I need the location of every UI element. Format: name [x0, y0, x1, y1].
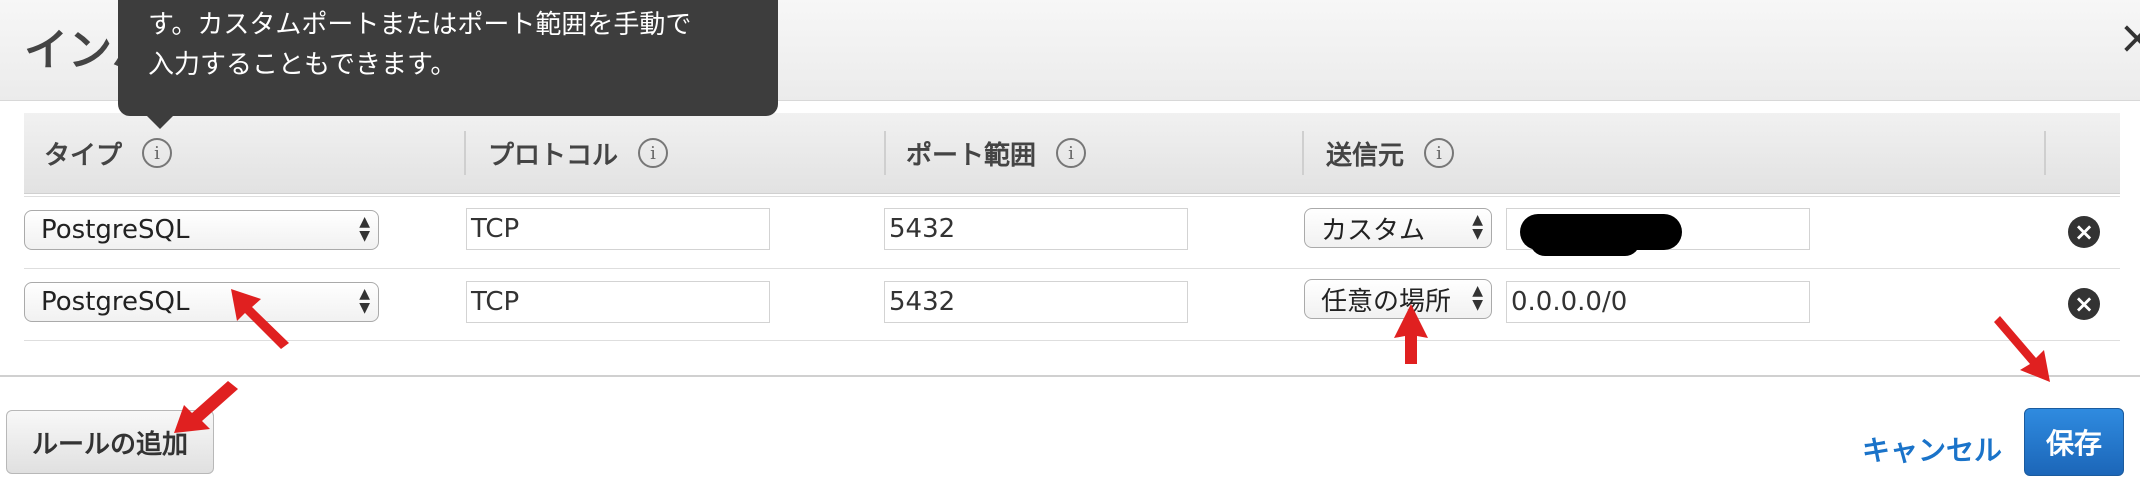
- column-divider: [1302, 131, 1304, 175]
- close-circle-icon[interactable]: ×: [2068, 216, 2100, 248]
- row-divider: [24, 268, 2120, 269]
- column-divider: [2044, 131, 2046, 175]
- column-header-label: プロトコル: [488, 140, 619, 171]
- row-divider: [24, 340, 2120, 341]
- info-icon[interactable]: i: [638, 138, 669, 168]
- column-header-source: 送信元 i: [1326, 113, 1455, 193]
- protocol-field[interactable]: TCP: [466, 208, 770, 250]
- port-range-field[interactable]: 5432: [884, 208, 1188, 250]
- type-select[interactable]: PostgreSQL ▲ ▼: [24, 210, 379, 250]
- annotation-arrow-icon: [174, 381, 238, 433]
- annotation-arrow-icon: [1994, 316, 2050, 382]
- close-circle-icon[interactable]: ×: [2068, 288, 2100, 320]
- type-select-value: PostgreSQL: [41, 287, 190, 317]
- column-header-label: 送信元: [1326, 140, 1405, 171]
- source-field[interactable]: 0.0.0.0/0: [1506, 281, 1810, 323]
- protocol-field[interactable]: TCP: [466, 281, 770, 323]
- port-range-field[interactable]: 5432: [884, 281, 1188, 323]
- info-icon[interactable]: i: [1424, 138, 1455, 168]
- type-select-value: PostgreSQL: [41, 215, 190, 245]
- info-tooltip: す。カスタムポートまたはポート範囲を手動で 入力することもできます。: [118, 0, 778, 116]
- redaction-mark: [1530, 226, 1640, 256]
- annotation-arrow-icon: [1394, 304, 1428, 364]
- save-button[interactable]: 保存: [2024, 408, 2124, 476]
- cancel-link[interactable]: キャンセル: [1862, 429, 2002, 469]
- type-select[interactable]: PostgreSQL ▲ ▼: [24, 282, 379, 322]
- footer-divider: [0, 375, 2140, 377]
- column-divider: [464, 131, 466, 175]
- column-header-protocol: プロトコル i: [488, 113, 669, 193]
- close-icon[interactable]: ×: [2118, 14, 2140, 60]
- source-mode-select[interactable]: カスタム ▲ ▼: [1304, 208, 1492, 248]
- updown-arrows-icon: ▲ ▼: [1472, 212, 1483, 242]
- annotation-arrow-icon: [231, 289, 289, 349]
- column-divider: [884, 131, 886, 175]
- info-icon[interactable]: i: [1056, 138, 1087, 168]
- tooltip-arrow: [145, 114, 175, 129]
- row-divider: [24, 196, 2120, 197]
- updown-arrows-icon: ▲ ▼: [1472, 283, 1483, 313]
- updown-arrows-icon: ▲ ▼: [359, 214, 370, 244]
- tooltip-line-2: 入力することもできます。: [148, 50, 457, 80]
- updown-arrows-icon: ▲ ▼: [359, 286, 370, 316]
- info-icon[interactable]: i: [142, 138, 173, 168]
- column-header-label: タイプ: [44, 140, 123, 171]
- tooltip-line-1: す。カスタムポートまたはポート範囲を手動で: [148, 10, 692, 40]
- source-mode-value: カスタム: [1321, 215, 1426, 246]
- rules-table-header: タイプ i プロトコル i ポート範囲 i 送信元 i: [24, 113, 2120, 194]
- column-header-label: ポート範囲: [906, 140, 1037, 171]
- column-header-port-range: ポート範囲 i: [906, 113, 1087, 193]
